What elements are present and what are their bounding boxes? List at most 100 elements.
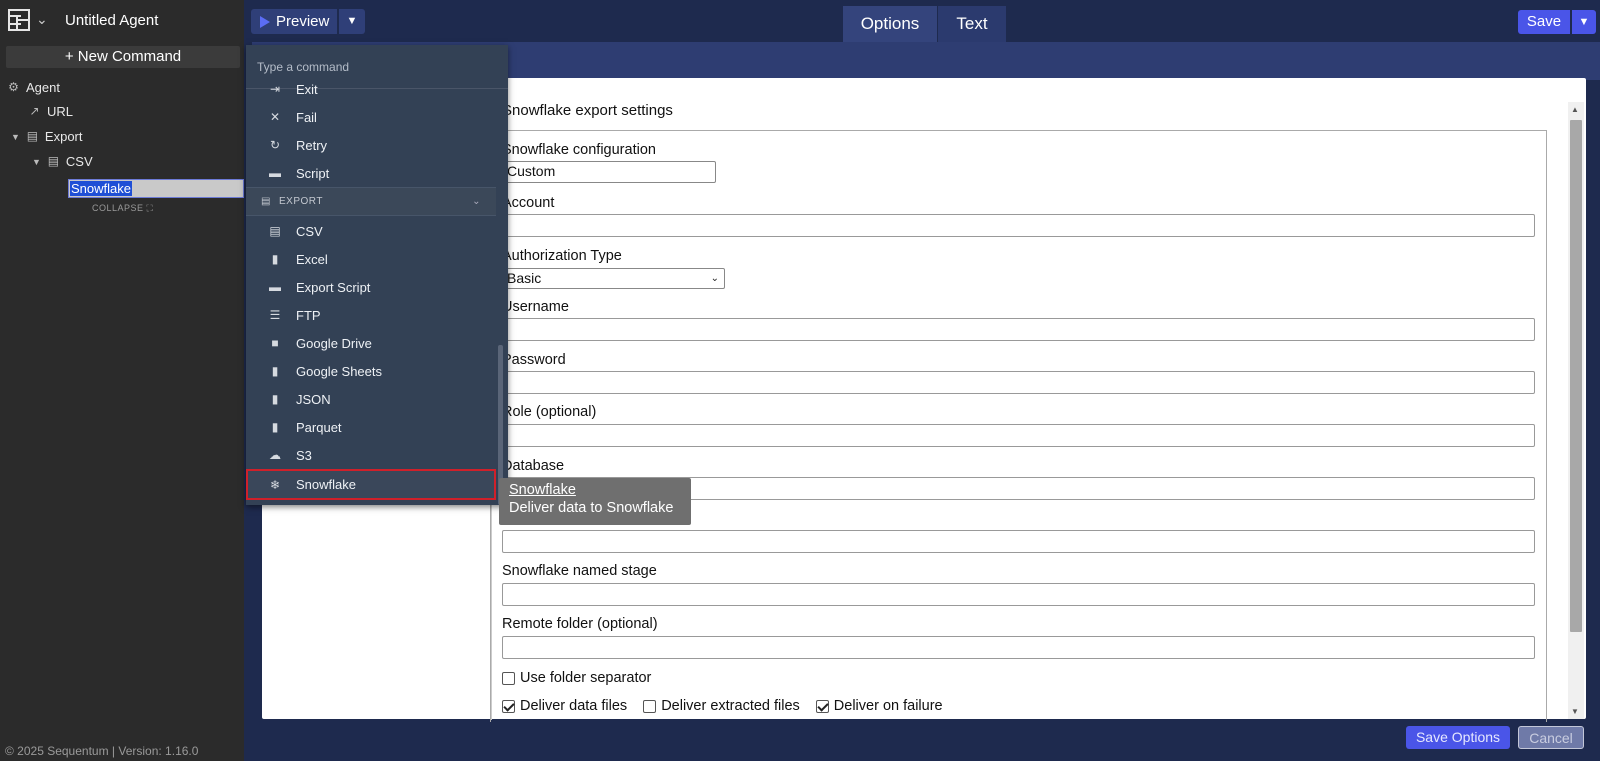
command-item-label: Snowflake <box>296 477 356 492</box>
deliver-data-files-checkbox[interactable] <box>502 699 515 713</box>
tree-item-label: Export <box>44 129 83 144</box>
remote-folder-input[interactable] <box>502 636 1535 659</box>
command-item-exit[interactable]: ⇥ Exit <box>246 75 496 103</box>
account-input[interactable] <box>502 214 1535 237</box>
command-section-export[interactable]: ▤ EXPORT ⌄ <box>246 187 496 216</box>
command-item-google-drive[interactable]: ■ Google Drive <box>246 329 496 357</box>
robot-icon: ⚙ <box>8 80 19 94</box>
file-icon: ▮ <box>271 364 279 378</box>
sequentum-logo-icon[interactable] <box>8 9 30 31</box>
collapse-button[interactable]: COLLAPSE ⛶ <box>92 203 153 214</box>
preview-dropdown-button[interactable]: ▼ <box>339 9 365 34</box>
command-item-label: Excel <box>296 251 328 267</box>
command-item-export-script[interactable]: ▬ Export Script <box>246 273 496 301</box>
command-item-label: CSV <box>296 223 323 239</box>
command-item-s3[interactable]: ☁ S3 <box>246 441 496 469</box>
deliver-data-files-label: Deliver data files <box>520 698 628 714</box>
scroll-up-icon[interactable]: ▲ <box>1571 105 1579 114</box>
command-item-csv[interactable]: ▤ CSV <box>246 217 496 245</box>
selected-text: Snowflake <box>70 181 132 196</box>
caret-down-icon: ▼ <box>1578 16 1590 28</box>
chevron-down-icon: ⌄ <box>710 273 719 284</box>
command-item-label: Exit <box>296 81 318 97</box>
command-item-label: Parquet <box>296 419 342 435</box>
chevron-down-icon: ⌄ <box>472 196 481 207</box>
file-icon: ▮ <box>271 252 279 266</box>
cloud-icon: ☁ <box>269 448 281 462</box>
password-input[interactable] <box>502 371 1535 394</box>
config-value: Custom <box>507 163 556 179</box>
tree-item-csv[interactable]: ▼ ▤ CSV <box>32 154 93 169</box>
script-icon: ▬ <box>269 166 281 180</box>
save-dropdown-button[interactable]: ▼ <box>1572 10 1596 34</box>
account-label: Account <box>502 195 555 211</box>
play-icon <box>260 15 270 28</box>
command-item-label: Google Sheets <box>296 363 383 379</box>
save-button[interactable]: Save <box>1518 10 1570 34</box>
command-item-label: JSON <box>296 391 331 407</box>
scroll-down-icon[interactable]: ▼ <box>1571 707 1579 716</box>
role-input[interactable] <box>502 424 1535 447</box>
command-item-excel[interactable]: ▮ Excel <box>246 245 496 273</box>
external-link-icon: ↗ <box>29 104 40 118</box>
schema-input[interactable] <box>502 530 1535 553</box>
command-item-label: Google Drive <box>296 335 372 351</box>
panel-scrollbar[interactable]: ▲ ▼ <box>1568 102 1584 719</box>
tooltip-title: Snowflake <box>509 482 576 498</box>
command-item-google-sheets[interactable]: ▮ Google Sheets <box>246 357 496 385</box>
folder-icon: ■ <box>271 336 279 350</box>
tree-item-url[interactable]: ↗ URL <box>28 104 73 119</box>
copyright-text: © 2025 Sequentum | Version: 1.16.0 <box>5 744 199 758</box>
auth-type-select[interactable]: Basic ⌄ <box>502 268 725 289</box>
tab-options[interactable]: Options <box>843 6 937 42</box>
deliver-on-failure-label: Deliver on failure <box>833 698 943 714</box>
save-options-button[interactable]: Save Options <box>1406 726 1510 749</box>
use-folder-separator-checkbox[interactable] <box>502 671 515 685</box>
caret-down-icon[interactable]: ▼ <box>32 157 41 167</box>
command-item-script[interactable]: ▬ Script <box>246 159 496 187</box>
config-label: Snowflake configuration <box>502 142 656 158</box>
command-item-parquet[interactable]: ▮ Parquet <box>246 413 496 441</box>
command-tooltip: Snowflake Deliver data to Snowflake <box>499 478 691 525</box>
command-item-fail[interactable]: ✕ Fail <box>246 103 496 131</box>
use-folder-separator-row[interactable]: Use folder separator <box>502 670 651 686</box>
scroll-thumb[interactable] <box>1570 120 1582 632</box>
stage-label: Snowflake named stage <box>502 563 657 579</box>
command-item-ftp[interactable]: ☰ FTP <box>246 301 496 329</box>
deliver-on-failure-checkbox[interactable] <box>815 699 829 713</box>
script-icon: ▬ <box>269 280 281 294</box>
command-list[interactable]: ⇥ Exit ✕ Fail ↻ Retry ▬ Script ▤ EXPORT ⌄ ▤ CS… <box>246 82 508 505</box>
database-label: Database <box>502 458 565 474</box>
sidebar: ⌄ Untitled Agent + New Command ⚙ Agent ↗… <box>0 0 244 761</box>
server-icon: ☰ <box>269 308 281 322</box>
tree-item-agent[interactable]: ⚙ Agent <box>7 80 60 95</box>
tree-item-label: URL <box>47 104 74 119</box>
command-item-label: Fail <box>296 109 317 125</box>
preview-button[interactable]: Preview <box>251 9 337 34</box>
csv-icon: ▤ <box>269 224 281 238</box>
tab-text[interactable]: Text <box>938 6 1006 42</box>
export-file-icon: ▤ <box>261 196 271 207</box>
cancel-button[interactable]: Cancel <box>1518 726 1584 749</box>
deliver-extracted-files-checkbox[interactable] <box>643 699 657 713</box>
command-item-label: Script <box>296 165 330 181</box>
tree-item-label: CSV <box>65 154 93 169</box>
tree-item-label: Agent <box>26 80 60 95</box>
file-icon: ▮ <box>271 392 279 406</box>
username-input[interactable] <box>502 318 1535 341</box>
config-input[interactable]: Custom <box>502 161 716 183</box>
remote-folder-label: Remote folder (optional) <box>502 616 658 632</box>
command-item-retry[interactable]: ↻ Retry <box>246 131 496 159</box>
preview-label: Preview <box>276 13 330 30</box>
chevron-down-icon[interactable]: ⌄ <box>36 11 48 28</box>
retry-icon: ↻ <box>269 138 281 152</box>
stage-input[interactable] <box>502 583 1535 606</box>
tree-item-export[interactable]: ▼ ▤ Export <box>11 129 83 144</box>
new-command-button[interactable]: + New Command <box>6 46 240 68</box>
command-item-json[interactable]: ▮ JSON <box>246 385 496 413</box>
tree-item-rename-input[interactable]: Snowflake <box>68 179 244 198</box>
agent-title[interactable]: Untitled Agent <box>65 12 158 29</box>
command-item-snowflake[interactable]: ❄ Snowflake <box>246 469 496 500</box>
file-icon: ▮ <box>271 420 279 434</box>
caret-down-icon[interactable]: ▼ <box>11 132 20 142</box>
